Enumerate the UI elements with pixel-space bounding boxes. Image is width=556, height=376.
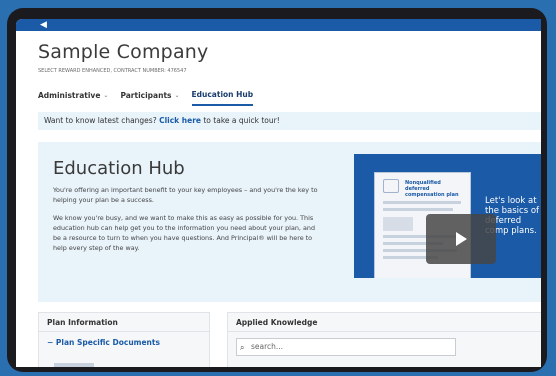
chevron-down-icon: ⌄ [174,92,180,99]
divider [39,331,209,332]
education-hub-intro: You're offering an important benefit to … [53,186,318,204]
company-title: Sample Company [38,41,209,63]
doc-line [383,201,461,204]
plan-information-panel: Plan Information − Plan Specific Documen… [38,312,210,367]
list-item [54,363,94,367]
main-nav: Administrative ⌄ Participants ⌄ Educatio… [38,90,254,106]
tour-banner: Want to know latest changes? Click here … [38,112,541,130]
search-placeholder: search... [251,342,284,351]
nav-administrative[interactable]: Administrative ⌄ [38,90,108,106]
plan-specific-documents-label: Plan Specific Documents [55,338,160,347]
applied-knowledge-heading: Applied Knowledge [236,318,318,327]
plan-information-heading: Plan Information [47,318,118,327]
document-title: Nonqualified deferred compensation plan [405,180,459,198]
app-screen: ◀ Sample Company SELECT REWARD ENHANCED,… [16,19,541,367]
search-icon: ⌕ [240,343,245,352]
banner-prefix: Want to know latest changes? [44,116,160,125]
education-video[interactable]: Nonqualified deferred compensation plan … [354,154,541,278]
applied-knowledge-panel: Applied Knowledge ⌕ search... [227,312,541,367]
doc-block [383,217,413,231]
doc-line [383,208,453,211]
tour-link[interactable]: Click here [159,116,201,125]
search-input[interactable]: ⌕ search... [236,338,456,356]
play-icon[interactable] [426,214,496,264]
nav-administrative-label: Administrative [38,91,101,100]
collapse-icon: − [47,338,54,347]
nav-education-hub[interactable]: Education Hub [191,90,254,106]
education-hub-title: Education Hub [53,158,185,179]
plan-specific-documents-link[interactable]: − Plan Specific Documents [47,338,160,347]
education-hub-description: We know you're busy, and we want to make… [53,214,315,252]
chevron-down-icon: ⌄ [103,92,109,99]
document-icon [383,179,399,193]
nav-participants[interactable]: Participants ⌄ [120,90,179,106]
divider [228,331,541,332]
back-arrow-icon[interactable]: ◀ [40,20,47,30]
top-bar: ◀ [16,19,541,31]
education-hub-section: Education Hub You're offering an importa… [38,142,541,302]
banner-suffix: to take a quick tour! [200,116,280,125]
contract-info: SELECT REWARD ENHANCED, Contract Number:… [38,68,187,74]
nav-education-hub-label: Education Hub [191,90,254,99]
nav-participants-label: Participants [120,91,172,100]
